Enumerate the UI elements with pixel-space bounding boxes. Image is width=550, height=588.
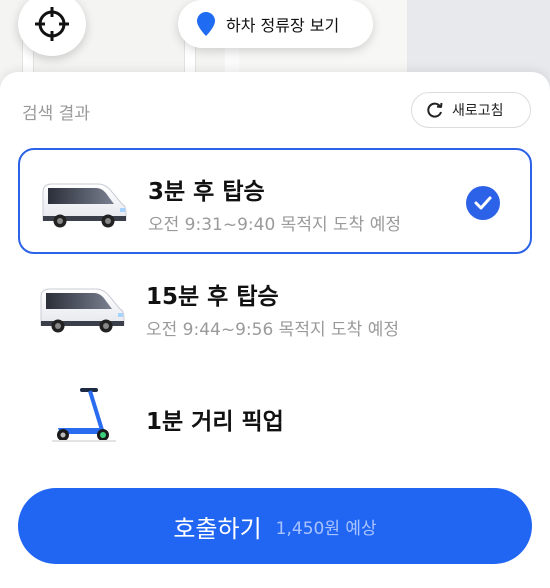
view-dropoff-stops-button[interactable]: 하차 정류장 보기 [178, 0, 373, 48]
refresh-button[interactable]: 새로고침 [411, 92, 531, 128]
results-sheet: 검색 결과 새로고침 3분 후 탑승 오전 9:31~9:40 목적지 도착 예… [0, 72, 550, 588]
dropoff-button-label: 하차 정류장 보기 [226, 16, 340, 35]
ride-option-3min[interactable]: 3분 후 탑승 오전 9:31~9:40 목적지 도착 예정 [18, 148, 532, 254]
scooter-icon [52, 388, 116, 442]
crosshair-icon [35, 7, 69, 41]
estimated-fare: 1,450원 예상 [275, 518, 377, 539]
option-title: 15분 후 탑승 [146, 284, 279, 310]
selected-check-icon [466, 186, 500, 220]
van-icon [40, 288, 125, 333]
option-title: 3분 후 탑승 [148, 179, 265, 205]
option-eta: 오전 9:31~9:40 목적지 도착 예정 [148, 215, 401, 235]
results-title: 검색 결과 [22, 104, 90, 124]
refresh-label: 새로고침 [452, 103, 504, 119]
call-button-label: 호출하기 [173, 514, 262, 543]
ride-option-15min[interactable]: 15분 후 탑승 오전 9:44~9:56 목적지 도착 예정 [18, 255, 532, 361]
ride-option-scooter[interactable]: 1분 거리 픽업 [18, 362, 532, 468]
van-icon [42, 183, 127, 228]
refresh-icon [427, 102, 443, 118]
option-eta: 오전 9:44~9:56 목적지 도착 예정 [146, 320, 399, 340]
option-title: 1분 거리 픽업 [146, 409, 284, 435]
map-pin-icon [197, 12, 215, 36]
call-ride-button[interactable]: 호출하기 1,450원 예상 [18, 488, 532, 564]
